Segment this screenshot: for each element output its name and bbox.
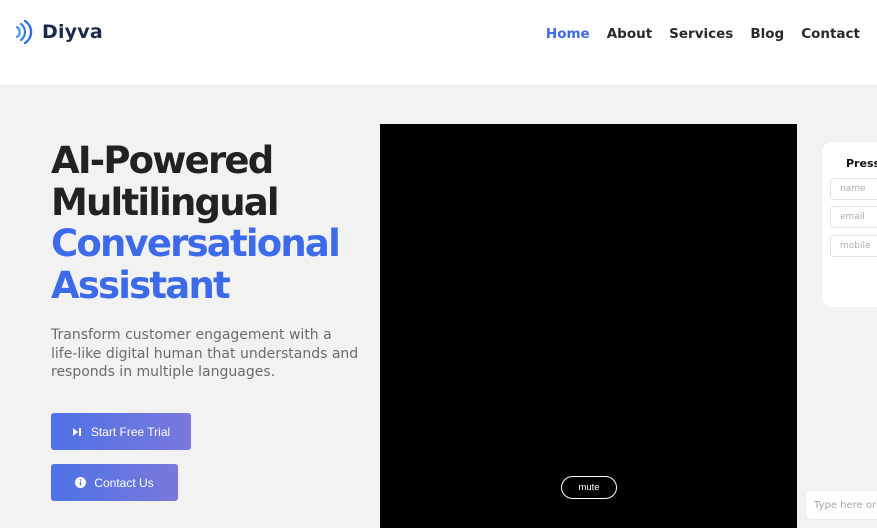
hero-title: AI-Powered Multilingual Conversational A… <box>51 139 341 307</box>
main-nav: Home About Services Blog Contact <box>546 26 860 42</box>
mobile-input[interactable] <box>830 235 877 257</box>
start-free-trial-label: Start Free Trial <box>90 424 171 439</box>
nav-blog[interactable]: Blog <box>750 26 784 42</box>
contact-us-button[interactable]: Contact Us <box>51 464 178 501</box>
nav-contact[interactable]: Contact <box>801 26 860 42</box>
sound-wave-logo-icon <box>16 19 33 45</box>
info-icon <box>75 477 87 488</box>
hero-title-line-1: AI-Powered <box>51 139 274 182</box>
logo[interactable]: Diyva <box>13 19 103 45</box>
form-title: Press T <box>846 157 877 170</box>
site-header: Diyva Home About Services Blog Contact <box>0 0 877 86</box>
hero-subtitle: Transform customer engagement with a lif… <box>51 327 359 380</box>
logo-text: Diyva <box>42 21 103 43</box>
name-input[interactable] <box>830 178 877 200</box>
nav-about[interactable]: About <box>607 26 652 42</box>
hero-title-line-2: Multilingual <box>51 180 280 224</box>
nav-services[interactable]: Services <box>669 26 733 42</box>
contact-us-label: Contact Us <box>94 475 154 490</box>
nav-home[interactable]: Home <box>546 26 590 42</box>
lead-form-card: Press T <box>822 142 877 307</box>
play-pause-icon <box>72 426 83 437</box>
start-free-trial-button[interactable]: Start Free Trial <box>51 413 191 450</box>
hero-title-line-3: Conversational <box>51 222 341 265</box>
email-input[interactable] <box>830 206 877 228</box>
chat-input[interactable] <box>805 490 877 520</box>
video-player[interactable]: mute <box>380 124 797 528</box>
hero-title-line-4: Assistant <box>51 263 231 307</box>
mute-button[interactable]: mute <box>561 476 617 499</box>
